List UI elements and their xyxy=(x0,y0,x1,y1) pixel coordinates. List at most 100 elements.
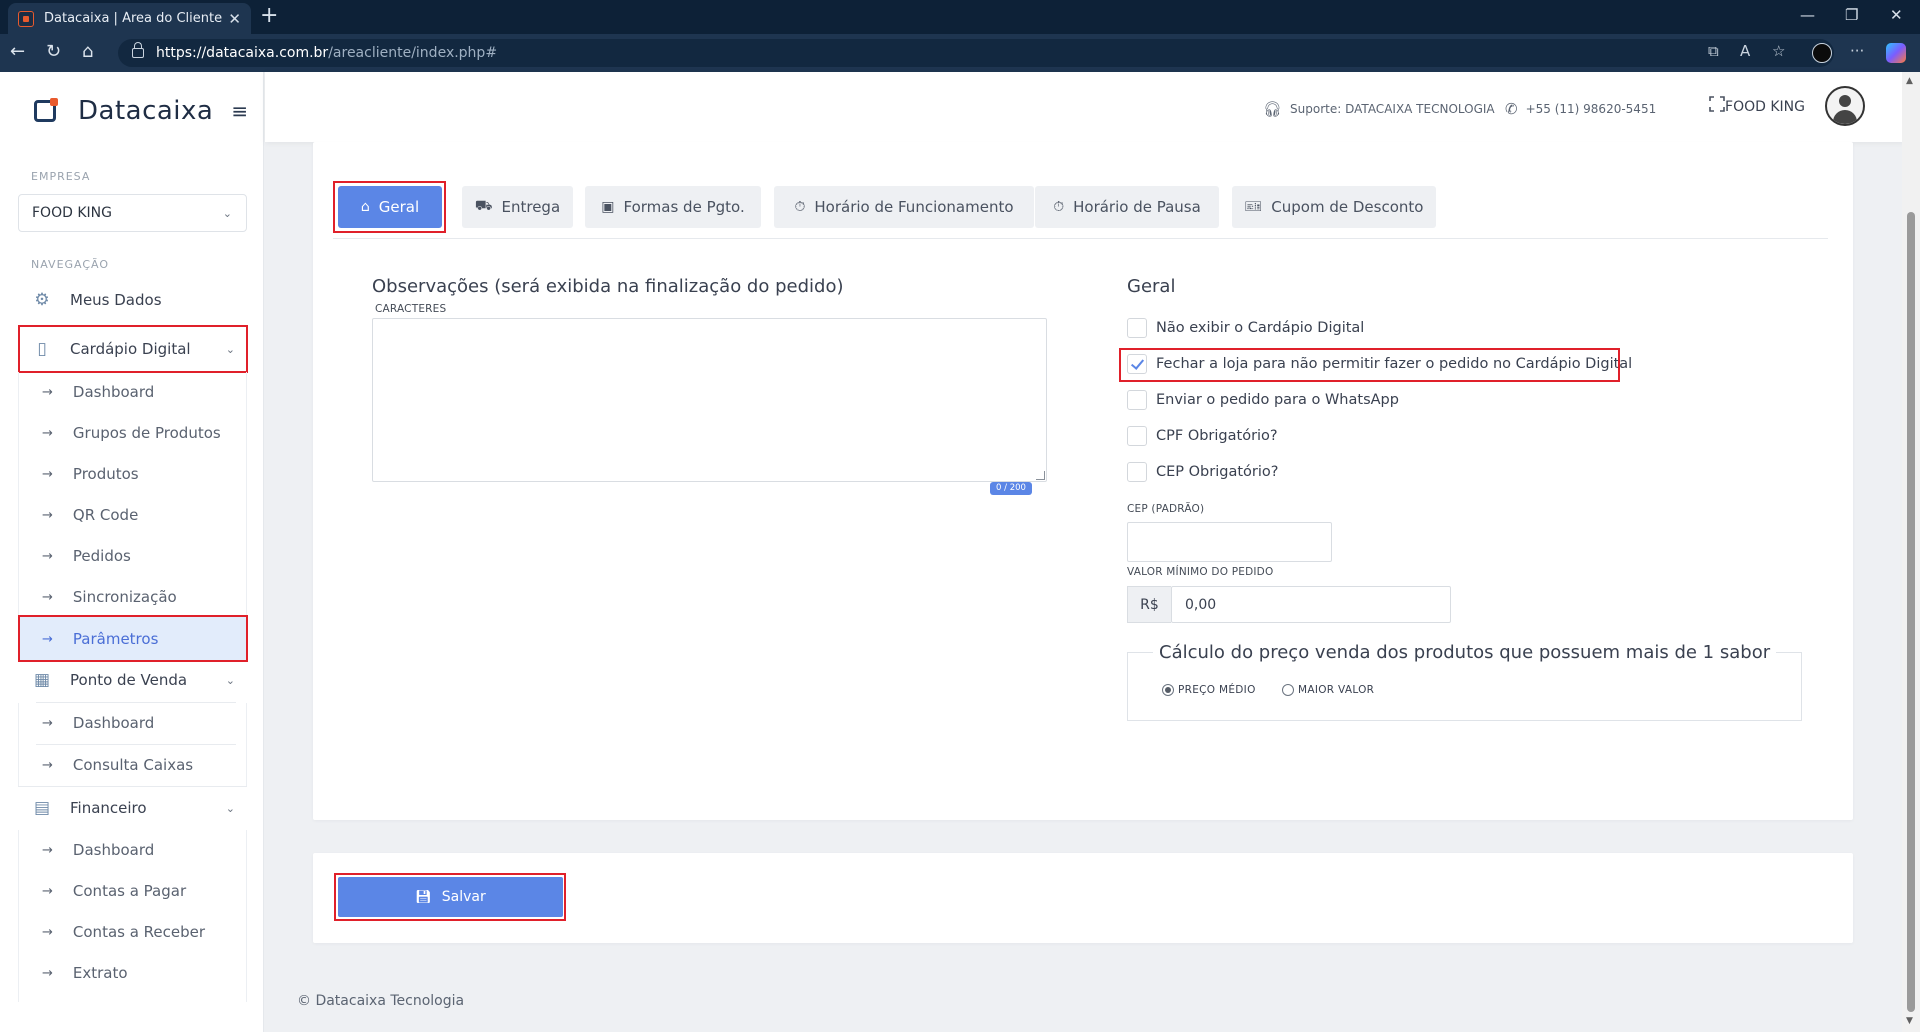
highlight-box xyxy=(1119,348,1620,382)
sidebar-subitem-consulta-caixas[interactable]: → Consulta Caixas xyxy=(18,745,247,785)
radio-dot[interactable] xyxy=(1282,684,1294,696)
support-text: Suporte: DATACAIXA TECNOLOGIA xyxy=(1290,102,1495,116)
radio-dot-selected[interactable] xyxy=(1162,684,1174,696)
arrow-right-icon: → xyxy=(42,924,53,940)
tab-cupom-desconto[interactable]: 🎫︎ Cupom de Desconto xyxy=(1232,186,1436,228)
sidebar-subitem-label: Dashboard xyxy=(72,841,155,859)
phone-info[interactable]: ✆ +55 (11) 98620-5451 xyxy=(1505,100,1656,118)
company-select[interactable]: FOOD KING ⌄ xyxy=(18,194,247,232)
observations-textarea[interactable] xyxy=(372,318,1047,482)
money-bill-icon: ▣ xyxy=(601,199,615,215)
copilot-icon[interactable] xyxy=(1886,43,1906,63)
char-counter-badge: 0 / 200 xyxy=(990,482,1032,495)
checkbox-label: CPF Obrigatório? xyxy=(1156,428,1278,444)
calc-legend: Cálculo do preço venda dos produtos que … xyxy=(1153,642,1777,663)
close-tab-icon[interactable]: ✕ xyxy=(228,10,241,28)
sidebar-subitem-dashboard[interactable]: → Dashboard xyxy=(18,372,247,412)
profile-icon[interactable] xyxy=(1812,43,1832,63)
arrow-right-icon: → xyxy=(42,842,53,858)
checkbox-box[interactable] xyxy=(1127,426,1147,446)
restore-icon[interactable]: ❐ xyxy=(1845,6,1858,24)
sidebar-subitem-qr-code[interactable]: → QR Code xyxy=(18,495,247,535)
browser-tab-bar: Datacaixa | Área do Cliente ✕ + — ❐ ✕ xyxy=(0,0,1920,34)
ticket-icon: 🎫︎ xyxy=(1244,199,1263,215)
company-section-label: EMPRESA xyxy=(31,170,91,183)
cep-input[interactable] xyxy=(1127,522,1332,562)
sidebar-subitem-sincronizacao[interactable]: → Sincronização xyxy=(18,577,247,617)
sidebar-subitem-pedidos[interactable]: → Pedidos xyxy=(18,536,247,576)
tab-formas-pgto[interactable]: ▣ Formas de Pgto. xyxy=(585,186,761,228)
checkbox-box[interactable] xyxy=(1127,390,1147,410)
favorite-star-icon[interactable]: ☆ xyxy=(1772,42,1785,60)
checkbox-box[interactable] xyxy=(1127,462,1147,482)
radio-label: PREÇO MÉDIO xyxy=(1178,684,1256,696)
url-host: https://datacaixa.com.br xyxy=(156,45,329,61)
arrow-right-icon: → xyxy=(42,589,53,605)
new-tab-icon[interactable]: + xyxy=(260,3,278,28)
sidebar-item-label: Financeiro xyxy=(70,799,147,817)
brand: Datacaixa ≡ xyxy=(34,96,248,126)
address-bar-row: ← ↻ ⌂ https://datacaixa.com.br/areaclien… xyxy=(0,34,1920,72)
reload-icon[interactable]: ↻ xyxy=(46,42,61,62)
lock-icon xyxy=(132,42,144,58)
min-value: 0,00 xyxy=(1185,596,1217,613)
url-path: /areacliente/index.php# xyxy=(328,45,498,61)
url-field[interactable]: https://datacaixa.com.br/areacliente/ind… xyxy=(118,39,1834,67)
arrow-right-icon: → xyxy=(42,466,53,482)
tab-label: Horário de Funcionamento xyxy=(814,198,1014,216)
sidebar-subitem-label: Dashboard xyxy=(72,714,155,732)
tab-horario-pausa[interactable]: ⏱︎ Horário de Pausa xyxy=(1035,186,1219,228)
read-aloud-icon[interactable]: A xyxy=(1740,42,1750,60)
support-info: 🎧︎ Suporte: DATACAIXA TECNOLOGIA xyxy=(1263,100,1495,118)
checkbox-nao-exibir[interactable]: Não exibir o Cardápio Digital xyxy=(1127,318,1364,338)
home-icon[interactable]: ⌂ xyxy=(82,42,93,62)
company-select-value: FOOD KING xyxy=(32,205,112,221)
avatar[interactable] xyxy=(1825,86,1865,126)
minimize-icon[interactable]: — xyxy=(1800,6,1815,24)
radio-preco-medio[interactable]: PREÇO MÉDIO xyxy=(1162,684,1256,696)
checkbox-cpf[interactable]: CPF Obrigatório? xyxy=(1127,426,1278,446)
user-name[interactable]: FOOD KING xyxy=(1725,99,1805,115)
sidebar-subitem-extrato[interactable]: → Extrato xyxy=(18,953,247,993)
checkbox-whatsapp[interactable]: Enviar o pedido para o WhatsApp xyxy=(1127,390,1399,410)
tab-entrega[interactable]: ⛟ Entrega xyxy=(462,186,573,228)
checkbox-label: Não exibir o Cardápio Digital xyxy=(1156,320,1365,336)
tab-horario-funcionamento[interactable]: ⏱︎ Horário de Funcionamento xyxy=(774,186,1034,228)
calculator-icon: ▦ xyxy=(33,670,51,690)
chevron-down-icon: ⌄ xyxy=(225,673,235,687)
browser-tab[interactable]: Datacaixa | Área do Cliente ✕ xyxy=(8,3,251,34)
sidebar-subitem-pdv-dashboard[interactable]: → Dashboard xyxy=(18,703,247,743)
sidebar-subitem-label: QR Code xyxy=(72,506,139,524)
top-header: 🎧︎ Suporte: DATACAIXA TECNOLOGIA ✆ +55 (… xyxy=(265,72,1905,142)
sidebar-subitem-contas-pagar[interactable]: → Contas a Pagar xyxy=(18,871,247,911)
sidebar-item-ponto-de-venda[interactable]: ▦ Ponto de Venda ⌄ xyxy=(18,664,247,696)
radio-label: MAIOR VALOR xyxy=(1298,684,1375,696)
checkbox-box[interactable] xyxy=(1127,318,1147,338)
sidebar-subitem-grupos[interactable]: → Grupos de Produtos xyxy=(18,413,247,453)
sidebar-subitem-contas-receber[interactable]: → Contas a Receber xyxy=(18,912,247,952)
sidebar-item-meus-dados[interactable]: ⚙ Meus Dados xyxy=(18,286,247,314)
footer-text: © Datacaixa Tecnologia xyxy=(297,993,465,1009)
arrow-right-icon: → xyxy=(42,384,53,400)
more-menu-icon[interactable]: ··· xyxy=(1850,42,1864,60)
open-external-icon[interactable]: ⧉ xyxy=(1708,42,1719,60)
hamburger-menu-icon[interactable]: ≡ xyxy=(231,99,248,123)
browser-tab-title: Datacaixa | Área do Cliente xyxy=(44,11,223,26)
fullscreen-icon[interactable] xyxy=(1709,96,1725,112)
scroll-up-icon[interactable]: ▲ xyxy=(1906,76,1913,86)
sidebar-subitem-fin-dashboard[interactable]: → Dashboard xyxy=(18,830,247,870)
cep-label: CEP (PADRÃO) xyxy=(1127,503,1205,515)
page-scrollbar[interactable]: ▲ ▼ xyxy=(1902,72,1920,1032)
phone-text: +55 (11) 98620-5451 xyxy=(1525,102,1657,116)
sidebar-subitem-produtos[interactable]: → Produtos xyxy=(18,454,247,494)
scroll-thumb[interactable] xyxy=(1907,212,1915,1012)
checkbox-cep[interactable]: CEP Obrigatório? xyxy=(1127,462,1278,482)
sidebar-item-financeiro[interactable]: ▤ Financeiro ⌄ xyxy=(18,792,247,824)
radio-maior-valor[interactable]: MAIOR VALOR xyxy=(1282,684,1374,696)
close-window-icon[interactable]: ✕ xyxy=(1890,6,1903,24)
min-value-input[interactable]: 0,00 xyxy=(1171,586,1451,623)
arrow-right-icon: → xyxy=(42,715,53,731)
back-icon[interactable]: ← xyxy=(10,42,25,62)
scroll-down-icon[interactable]: ▼ xyxy=(1906,1016,1913,1026)
obs-title: Observações (será exibida na finalização… xyxy=(372,276,844,297)
